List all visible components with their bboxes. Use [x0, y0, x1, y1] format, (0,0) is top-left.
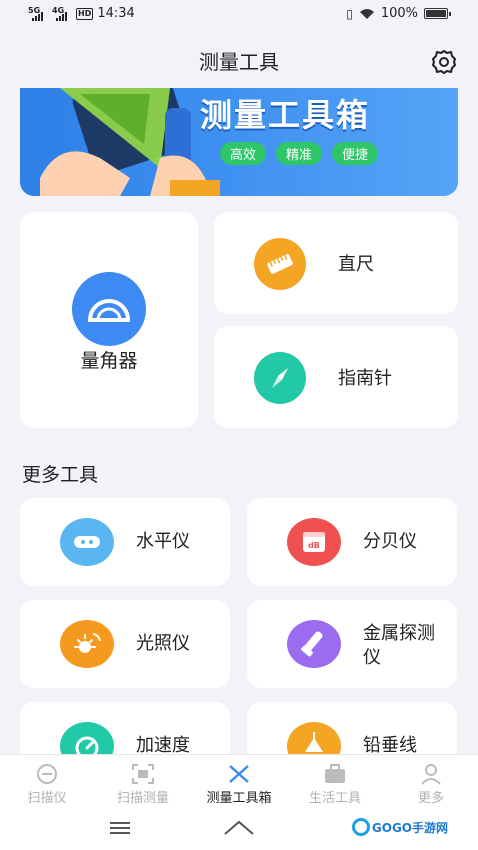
- metal-detector-icon: [287, 620, 341, 668]
- signal-5g-icon: 5G: [28, 6, 48, 21]
- tool-card-light-meter[interactable]: 光照仪: [20, 600, 230, 688]
- tab-more[interactable]: 更多: [386, 763, 476, 806]
- watermark-logo: GOGO手游网: [351, 818, 448, 836]
- tab-life-tools[interactable]: 生活工具: [290, 763, 380, 806]
- toolbox-icon: [229, 765, 249, 783]
- light-meter-icon: [60, 620, 114, 668]
- ruler-icon: [254, 238, 306, 290]
- status-left: 5G 4G HD 14:34: [28, 6, 135, 21]
- settings-icon[interactable]: [430, 48, 458, 76]
- protractor-icon: [72, 272, 146, 346]
- page-title: 测量工具: [199, 50, 279, 74]
- battery-percent: 100%: [380, 6, 418, 21]
- scan-measure-icon: [132, 764, 154, 784]
- signal-4g-icon: 4G: [52, 6, 72, 21]
- briefcase-icon: [325, 764, 345, 783]
- wifi-icon: [359, 8, 374, 19]
- tab-label: 更多: [417, 791, 444, 806]
- tab-label: 测量工具箱: [206, 791, 272, 806]
- decibel-icon-text: dB: [308, 541, 320, 550]
- status-right: ▯ 100%: [346, 6, 451, 21]
- tool-card-compass[interactable]: 指南针: [214, 326, 458, 428]
- tool-label: 光照仪: [136, 633, 190, 654]
- system-nav-bar: GOGO手游网: [0, 810, 478, 850]
- level-icon: [60, 518, 114, 566]
- vibrate-icon: ▯: [346, 6, 353, 21]
- user-icon: [421, 764, 441, 785]
- tool-card-metal-detector[interactable]: 金属探测仪: [247, 600, 457, 688]
- battery-icon: [424, 8, 451, 19]
- section-title-more-tools: 更多工具: [22, 464, 99, 486]
- status-bar: 5G 4G HD 14:34 ▯ 100%: [0, 0, 478, 30]
- status-time: 14:34: [97, 6, 135, 21]
- tool-label: 直尺: [338, 254, 374, 275]
- banner-tags: 高效 精准 便捷: [220, 142, 379, 165]
- promo-banner[interactable]: 测量工具箱 高效 精准 便捷: [20, 88, 458, 196]
- decibel-icon: dB: [287, 518, 341, 566]
- compass-icon: [254, 352, 306, 404]
- tool-card-ruler[interactable]: 直尺: [214, 212, 458, 314]
- tool-card-decibel[interactable]: dB 分贝仪: [247, 498, 457, 586]
- bottom-tab-bar: 扫描仪 扫描测量 测量工具箱 生活工具 更多: [0, 754, 478, 811]
- banner-illustration: [40, 88, 220, 196]
- tab-toolbox[interactable]: 测量工具箱: [194, 763, 284, 806]
- tab-label: 生活工具: [308, 791, 361, 806]
- tool-label: 金属探测仪: [363, 623, 435, 668]
- tab-scanner[interactable]: 扫描仪: [2, 763, 92, 806]
- tool-label: 水平仪: [136, 531, 190, 552]
- tool-label: 分贝仪: [363, 531, 417, 552]
- tab-label: 扫描测量: [116, 791, 169, 806]
- hd-badge: HD: [76, 7, 94, 20]
- scanner-icon: [37, 764, 57, 784]
- banner-tag: 精准: [276, 142, 323, 165]
- tool-card-protractor[interactable]: 量角器: [20, 212, 198, 428]
- tab-scan-measure[interactable]: 扫描测量: [98, 763, 188, 806]
- menu-icon[interactable]: [108, 820, 132, 836]
- tool-label: 指南针: [338, 368, 392, 389]
- title-bar: 测量工具: [0, 44, 478, 80]
- watermark-text: GOGO手游网: [371, 820, 448, 835]
- banner-tag: 便捷: [332, 142, 379, 165]
- tab-label: 扫描仪: [27, 791, 67, 806]
- tool-label: 量角器: [80, 350, 138, 372]
- banner-tag: 高效: [220, 142, 267, 165]
- banner-title: 测量工具箱: [200, 96, 371, 134]
- home-icon[interactable]: [223, 818, 255, 836]
- tool-card-level[interactable]: 水平仪: [20, 498, 230, 586]
- watermark-icon: [351, 818, 370, 836]
